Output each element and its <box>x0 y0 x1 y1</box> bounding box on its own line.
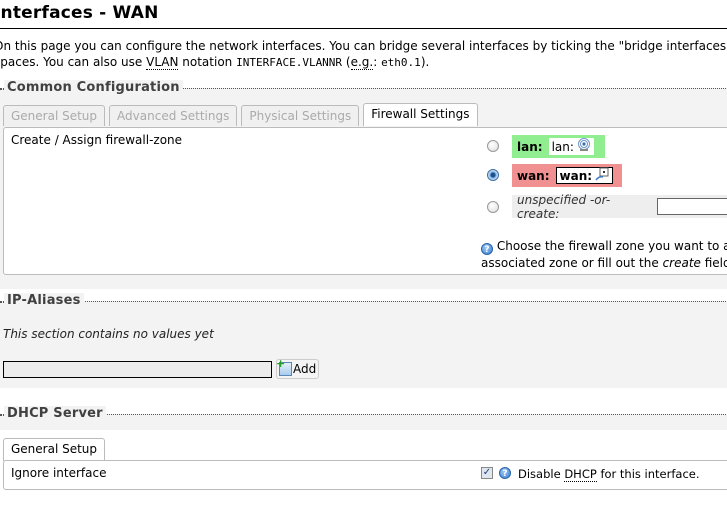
ignore-interface-label: Ignore interface <box>11 466 107 480</box>
intro-text: spaces. You can also use <box>0 55 147 69</box>
ignore-interface-description: Disable DHCP for this interface. <box>518 467 700 482</box>
ip-alias-name-input[interactable] <box>3 361 272 378</box>
page-title: Interfaces - WAN <box>0 2 727 29</box>
empty-section-text: This section contains no values yet <box>3 327 214 341</box>
section-legend: IP-Aliases <box>0 293 84 308</box>
tab-advanced-settings[interactable]: Advanced Settings <box>109 105 238 126</box>
eg-abbr: e.g. <box>350 55 374 70</box>
add-button[interactable]: Add <box>276 357 320 379</box>
zone-name: lan: <box>517 139 543 154</box>
help-icon: ? <box>499 467 511 479</box>
network-name: wan: <box>559 168 593 183</box>
help-line-2: associated zone or fill out the create f… <box>481 255 727 271</box>
add-label: Add <box>293 362 317 376</box>
zone-option-lan[interactable]: lan: lan: <box>512 135 605 158</box>
help-text: associated zone or fill out the <box>481 256 663 270</box>
dhcp-tabs: General Setup <box>3 438 106 461</box>
page-description: On this page you can configure the netwo… <box>0 38 727 71</box>
intro-text: : <box>373 55 382 69</box>
create-zone-input[interactable] <box>657 198 727 215</box>
help-text: Choose the firewall zone you want to ass… <box>496 239 727 253</box>
intro-text: ). <box>420 55 430 69</box>
tab-physical-settings[interactable]: Physical Settings <box>241 105 360 126</box>
desc-text: for this interface. <box>596 467 700 481</box>
desc-text: Disable <box>518 467 565 481</box>
ignore-interface-checkbox[interactable]: ✓ <box>481 467 493 479</box>
common-config-tabs: General Setup Advanced Settings Physical… <box>3 103 478 126</box>
zone-name: wan: <box>517 168 550 183</box>
firewall-zone-label: Create / Assign firewall-zone <box>11 133 183 147</box>
zone-network-badge: lan: <box>548 138 594 155</box>
tab-dhcp-general-setup[interactable]: General Setup <box>3 438 106 461</box>
firewall-zone-help: ? Choose the firewall zone you want to a… <box>481 238 727 271</box>
zone-option-create[interactable]: unspecified -or- create: <box>512 192 727 221</box>
section-legend: DHCP Server <box>0 406 106 421</box>
zone-option-wan[interactable]: wan: wan: <box>512 164 622 187</box>
zone-network-badge: wan: <box>555 167 614 184</box>
vlan-notation: INTERFACE.VLANNR <box>236 56 343 69</box>
section-legend: Common Configuration <box>0 80 183 95</box>
vlan-abbr: VLAN <box>146 55 179 70</box>
dhcp-abbr: DHCP <box>564 467 597 482</box>
network-ethernet-icon <box>595 167 609 184</box>
network-wireless-icon <box>577 138 591 155</box>
tab-general-setup[interactable]: General Setup <box>3 105 106 126</box>
intro-text: notation <box>178 55 237 69</box>
intro-text: ( <box>342 55 351 69</box>
help-emphasis: create <box>662 256 701 270</box>
unspecified-label: unspecified -or- create: <box>517 192 611 221</box>
vlan-example: eth0.1 <box>381 56 421 69</box>
network-name: lan: <box>551 139 574 154</box>
tab-firewall-settings[interactable]: Firewall Settings <box>363 103 478 126</box>
zone-radio-create[interactable] <box>487 201 499 213</box>
intro-line-1: On this page you can configure the netwo… <box>0 39 727 53</box>
help-icon: ? <box>481 243 493 255</box>
zone-radio-wan[interactable] <box>487 169 499 181</box>
intro-line-2: spaces. You can also use VLAN notation I… <box>0 54 727 71</box>
zone-radio-lan[interactable] <box>487 140 499 152</box>
help-text: field to define a new zone and attach th… <box>704 256 727 270</box>
help-line-1: ? Choose the firewall zone you want to a… <box>481 238 727 255</box>
add-icon <box>276 357 292 376</box>
